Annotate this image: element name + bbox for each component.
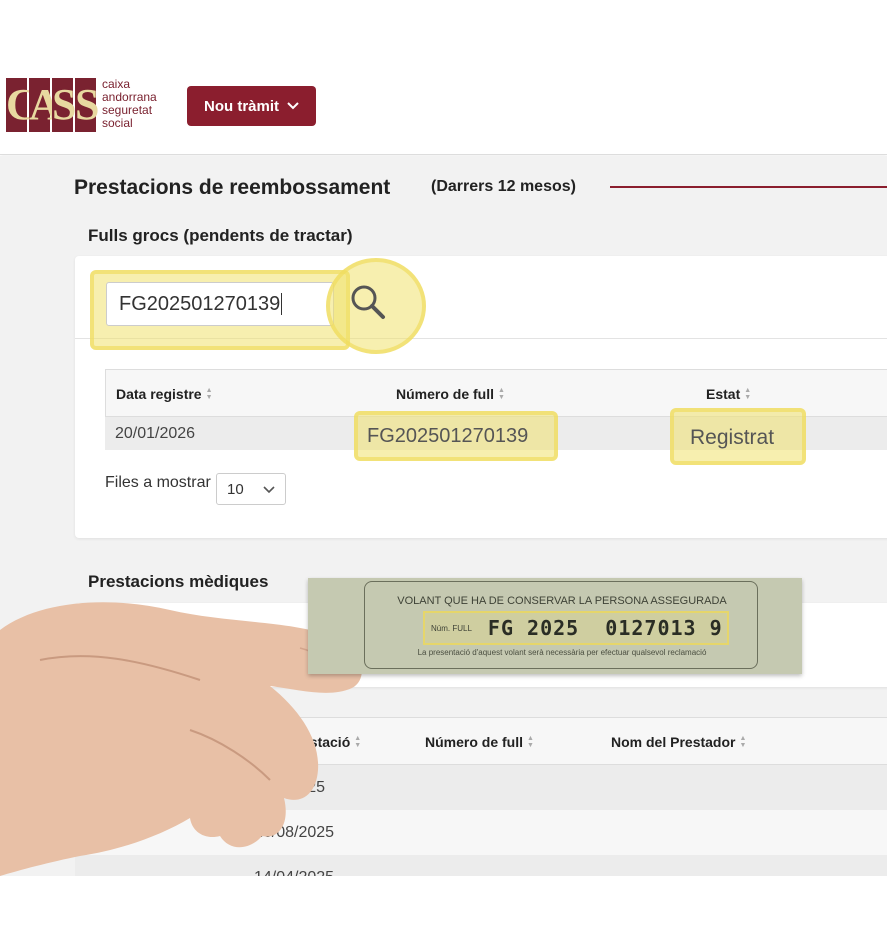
logo-letter: S xyxy=(75,78,99,132)
new-procedure-label: Nou tràmit xyxy=(204,97,279,115)
ticket-number-label: Núm. FULL xyxy=(431,623,472,633)
search-value: FG202501270139 xyxy=(119,293,281,315)
sort-icon: ▲ ▼ xyxy=(527,735,534,749)
sort-icon: ▲ ▼ xyxy=(739,735,747,749)
ticket-bottom-text: La presentació d'aquest volant serà nece… xyxy=(417,648,707,657)
column-label: Número de full xyxy=(425,734,524,750)
column-header-date[interactable]: Data registre ▲ ▼ xyxy=(116,386,213,402)
title-divider xyxy=(610,186,887,188)
ticket-number-box: Núm. FULL FG 2025 0127013 9 xyxy=(423,611,729,645)
chevron-down-icon xyxy=(287,99,299,113)
column-header-number[interactable]: Número de full ▲ ▼ xyxy=(396,386,505,402)
column-label: Número de full xyxy=(396,386,495,402)
column-label: Data registre xyxy=(116,386,202,402)
sort-icon: ▲ ▼ xyxy=(744,387,752,401)
yellow-sheet-ticket: VOLANT QUE HA DE CONSERVAR LA PERSONA AS… xyxy=(308,578,802,674)
status-badge: Registrat xyxy=(690,426,775,449)
sort-icon: ▲ ▼ xyxy=(205,387,213,401)
logo-letter: A xyxy=(29,78,61,132)
search-icon xyxy=(348,282,388,327)
yellow-sheets-title: Fulls grocs (pendents de tractar) xyxy=(88,226,353,245)
logo-letters: C A S S xyxy=(6,78,99,132)
rows-to-show-value: 10 xyxy=(227,481,244,498)
page-title: Prestacions de reembossament xyxy=(74,176,391,199)
column-header-provider[interactable]: Nom del Prestador ▲ ▼ xyxy=(611,734,746,750)
logo-letter: C xyxy=(6,78,38,132)
column-label: Estat xyxy=(706,386,741,402)
sort-icon: ▲ ▼ xyxy=(498,387,505,401)
rows-to-show-label: Files a mostrar xyxy=(105,474,211,491)
column-label: Nom del Prestador xyxy=(611,734,736,750)
cell-number: FG202501270139 xyxy=(367,425,529,447)
cell-date: 20/01/2026 xyxy=(115,425,196,442)
logo-letter: S xyxy=(52,78,76,132)
logo-text-line: social xyxy=(102,116,133,130)
rows-to-show-select[interactable]: 10 xyxy=(216,473,286,505)
page-subtitle: (Darrers 12 mesos) xyxy=(431,178,576,195)
ticket-number-value: FG 2025 0127013 9 xyxy=(487,616,723,640)
ticket-border: VOLANT QUE HA DE CONSERVAR LA PERSONA AS… xyxy=(364,581,758,669)
logo-text: caixa andorrana seguretat social xyxy=(102,78,157,130)
chevron-down-icon xyxy=(263,481,275,497)
new-procedure-button[interactable]: Nou tràmit xyxy=(187,86,316,126)
search-input[interactable]: FG202501270139 xyxy=(106,282,334,326)
column-header-number[interactable]: Número de full ▲ ▼ xyxy=(425,734,534,750)
medical-section-title: Prestacions mèdiques xyxy=(88,572,269,591)
search-button[interactable] xyxy=(329,276,407,332)
ticket-top-text: VOLANT QUE HA DE CONSERVAR LA PERSONA AS… xyxy=(397,595,727,607)
bottom-white-area xyxy=(0,876,887,946)
column-header-status[interactable]: Estat ▲ ▼ xyxy=(706,386,751,402)
cass-logo[interactable]: C A S S caixa andorrana seguretat social xyxy=(6,78,157,136)
app-header: C A S S caixa andorrana seguretat social… xyxy=(0,0,887,155)
